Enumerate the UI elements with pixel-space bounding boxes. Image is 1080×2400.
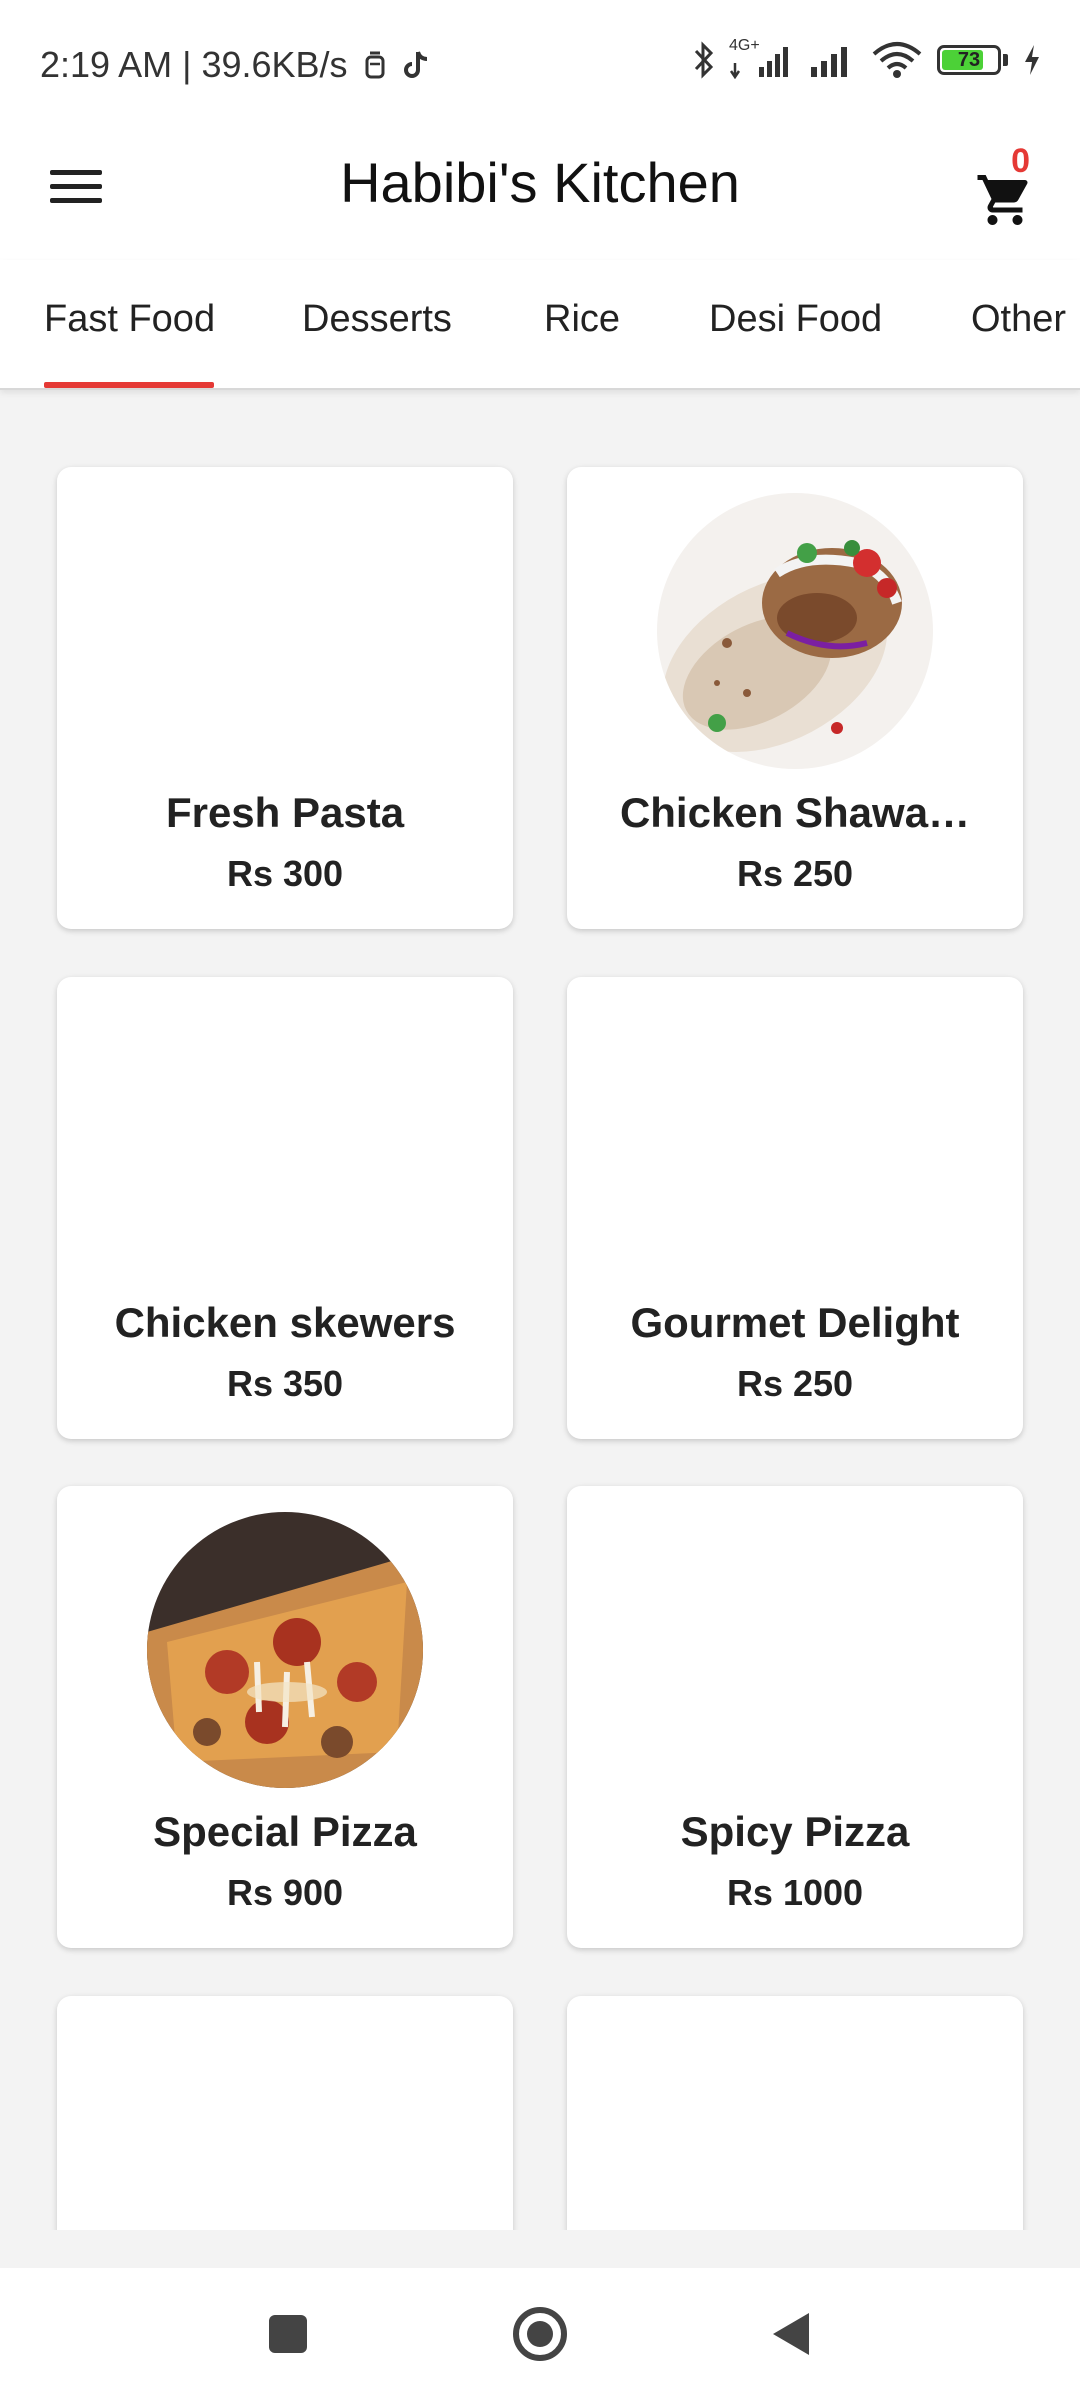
tab-desserts[interactable]: Desserts	[302, 298, 452, 341]
food-card[interactable]: Fresh Pasta Rs 300	[57, 467, 513, 929]
tab-other[interactable]: Other	[971, 298, 1066, 341]
food-price: Rs 300	[226, 853, 344, 894]
food-card[interactable]: Chicken skewers Rs 350	[57, 977, 513, 1439]
system-nav-bar	[0, 2268, 1080, 2400]
recents-icon	[269, 2315, 307, 2353]
status-left: 2:19 AM | 39.6KB/s	[40, 44, 430, 86]
back-button[interactable]	[762, 2304, 822, 2364]
food-card[interactable]	[57, 1996, 513, 2230]
food-price: Rs 350	[226, 1363, 344, 1404]
tiktok-icon	[402, 49, 430, 81]
food-price: Rs 250	[736, 853, 854, 894]
charging-icon	[1022, 43, 1042, 77]
food-grid: Fresh Pasta Rs 300 Chicken Shawa… Rs 250…	[0, 392, 1080, 2230]
tab-indicator	[44, 382, 214, 388]
tab-rice[interactable]: Rice	[544, 298, 620, 341]
food-name: Spicy Pizza	[680, 1808, 910, 1855]
status-time-speed: 2:19 AM | 39.6KB/s	[40, 44, 348, 85]
notification-icon	[362, 49, 388, 81]
battery-icon: 73	[937, 45, 1008, 75]
food-card[interactable]: Spicy Pizza Rs 1000	[567, 1486, 1023, 1948]
wifi-icon	[871, 40, 923, 80]
food-name: Gourmet Delight	[630, 1299, 960, 1346]
back-icon	[773, 2313, 809, 2355]
food-name: Fresh Pasta	[165, 789, 405, 836]
network-label: 4G+	[729, 37, 760, 54]
food-price: Rs 900	[226, 1872, 344, 1913]
category-tabs: Fast Food Desserts Rice Desi Food Other	[0, 260, 1080, 390]
bluetooth-icon	[693, 41, 715, 79]
food-price: Rs 250	[736, 1363, 854, 1404]
recents-button[interactable]	[258, 2304, 318, 2364]
food-card[interactable]	[567, 1996, 1023, 2230]
food-card[interactable]: Special Pizza Rs 900	[57, 1486, 513, 1948]
page-title: Habibi's Kitchen	[340, 151, 740, 214]
home-button[interactable]	[510, 2304, 570, 2364]
home-icon	[513, 2307, 567, 2361]
food-card[interactable]: Chicken Shawa… Rs 250	[567, 467, 1023, 929]
food-name: Chicken Shawa…	[619, 789, 971, 836]
tab-fast-food[interactable]: Fast Food	[44, 298, 215, 341]
status-right: 4G+ 73	[693, 37, 1042, 80]
app-bar: Habibi's Kitchen 0	[0, 120, 1080, 260]
food-name: Special Pizza	[153, 1808, 417, 1855]
status-bar: 2:19 AM | 39.6KB/s 4G+ 73	[0, 0, 1080, 120]
signal-4g-icon: 4G+	[729, 37, 793, 79]
pizza-image	[147, 1512, 423, 1788]
food-price: Rs 1000	[726, 1872, 864, 1913]
signal-icon	[807, 41, 857, 79]
battery-level: 73	[957, 48, 981, 71]
tab-desi-food[interactable]: Desi Food	[709, 298, 882, 341]
food-card[interactable]: Gourmet Delight Rs 250	[567, 977, 1023, 1439]
cart-button[interactable]: 0	[960, 142, 1050, 242]
cart-icon	[974, 170, 1036, 235]
food-name: Chicken skewers	[114, 1299, 456, 1346]
shawarma-image	[657, 493, 933, 769]
